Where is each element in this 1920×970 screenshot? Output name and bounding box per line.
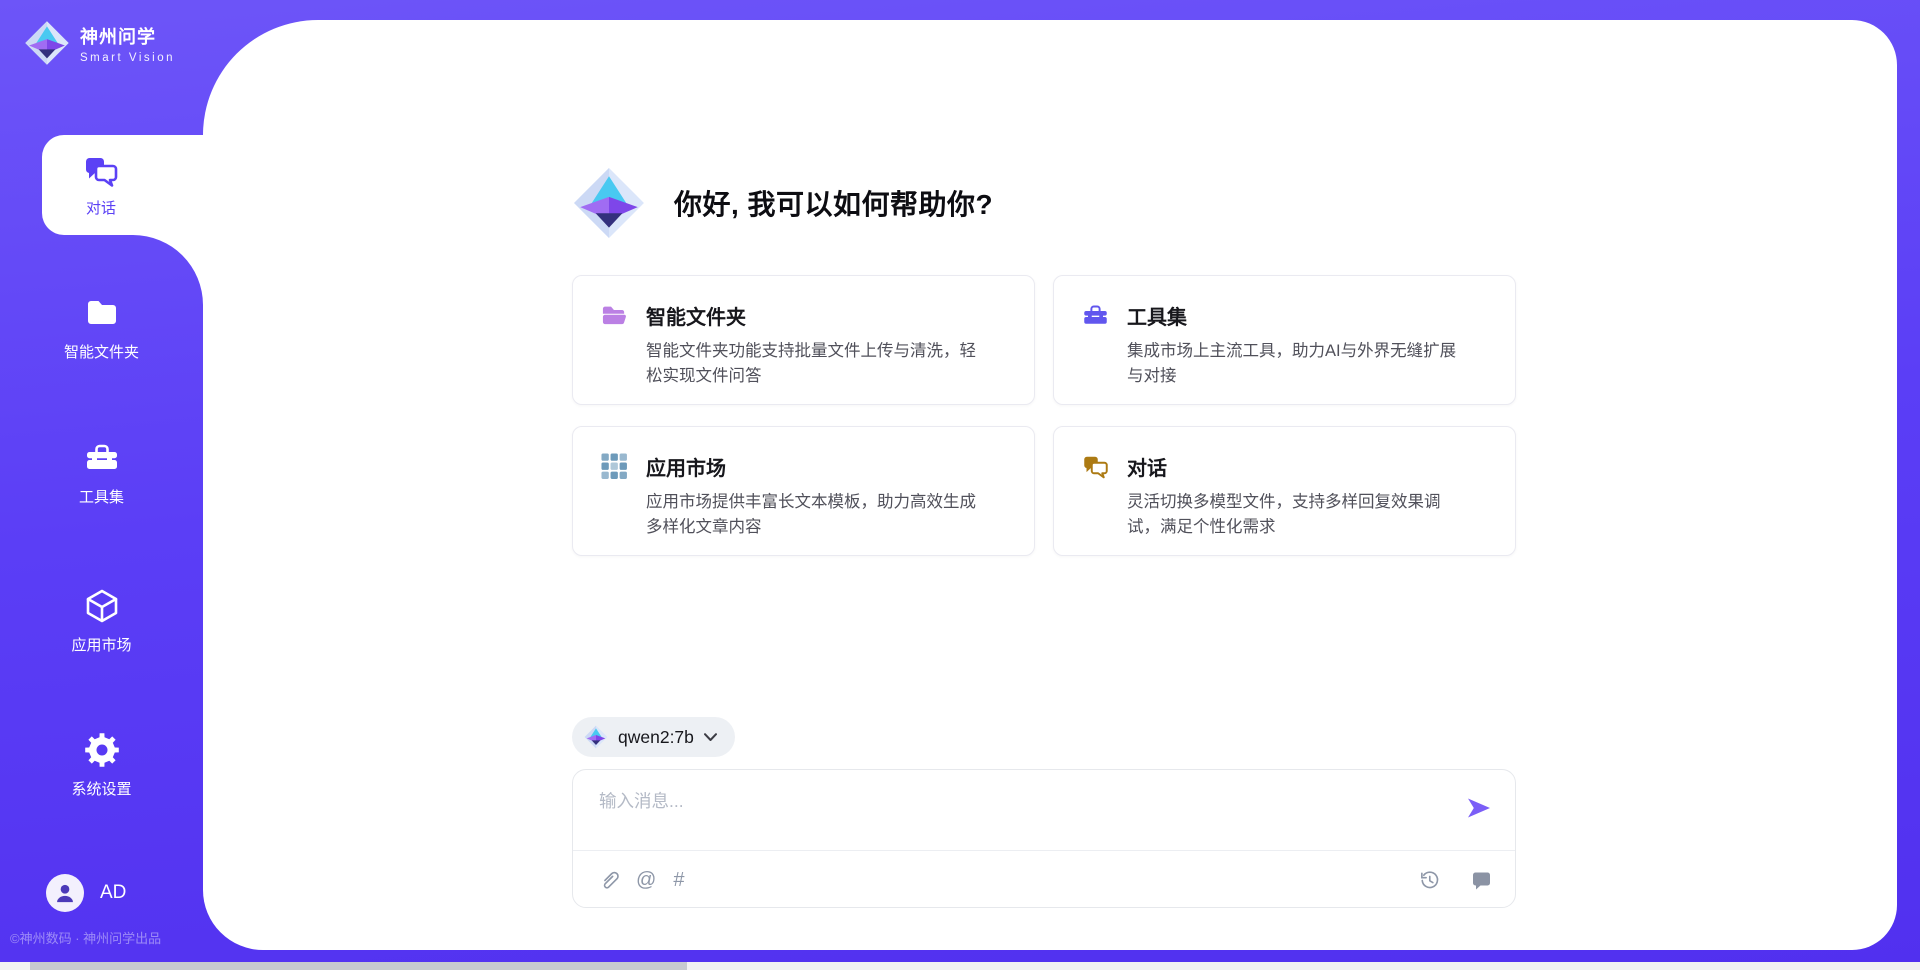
sidebar: 神州问学 Smart Vision 对话 智能文件夹 工具集 应用市场 [0, 0, 203, 962]
toolbox-icon [1082, 302, 1109, 329]
card-toolbox[interactable]: 工具集 集成市场上主流工具，助力AI与外界无缝扩展与对接 [1053, 275, 1516, 405]
sidebar-item-label: 智能文件夹 [64, 341, 139, 362]
user-account[interactable]: AD [46, 874, 126, 912]
attach-icon[interactable] [599, 869, 619, 891]
feature-cards: 智能文件夹 智能文件夹功能支持批量文件上传与清洗，轻松实现文件问答 工具集 集成… [572, 275, 1516, 556]
card-chat[interactable]: 对话 灵活切换多模型文件，支持多样回复效果调试，满足个性化需求 [1053, 426, 1516, 556]
card-title: 对话 [1127, 452, 1167, 481]
copyright: ©神州数码 · 神州问学出品 [10, 928, 200, 947]
card-desc: 灵活切换多模型文件，支持多样回复效果调试，满足个性化需求 [1127, 490, 1487, 540]
chat-icon [83, 153, 119, 189]
message-composer: @ # [572, 769, 1516, 908]
main-panel: 你好, 我可以如何帮助你? 智能文件夹 智能文件夹功能支持批量文件上传与清洗，轻… [203, 20, 1897, 950]
folder-open-icon [601, 302, 628, 329]
model-name: qwen2:7b [618, 727, 694, 748]
composer-toolbar: @ # [573, 851, 1515, 909]
assistant-logo-icon [572, 166, 646, 240]
card-desc: 应用市场提供丰富长文本模板，助力高效生成多样化文章内容 [646, 490, 1006, 540]
folder-icon [84, 295, 120, 331]
feedback-bubble-icon[interactable] [1472, 871, 1491, 890]
cube-icon [84, 588, 120, 624]
toolbox-icon [84, 440, 120, 476]
user-initials: AD [100, 882, 126, 904]
card-title: 智能文件夹 [646, 301, 746, 330]
sidebar-item-label: 工具集 [79, 486, 124, 507]
horizontal-scrollbar[interactable] [0, 962, 1920, 970]
model-logo-icon [584, 725, 608, 749]
greeting: 你好, 我可以如何帮助你? [572, 166, 993, 240]
avatar [46, 874, 84, 912]
sidebar-item-label: 对话 [86, 197, 116, 218]
sidebar-item-app-market[interactable]: 应用市场 [0, 588, 203, 655]
grid-icon [601, 453, 628, 480]
sidebar-item-settings[interactable]: 系统设置 [0, 732, 203, 799]
card-title: 应用市场 [646, 452, 726, 481]
send-icon[interactable] [1467, 797, 1491, 819]
greeting-text: 你好, 我可以如何帮助你? [674, 183, 993, 223]
card-smart-folder[interactable]: 智能文件夹 智能文件夹功能支持批量文件上传与清洗，轻松实现文件问答 [572, 275, 1035, 405]
sidebar-item-label: 应用市场 [71, 634, 131, 655]
card-desc: 集成市场上主流工具，助力AI与外界无缝扩展与对接 [1127, 339, 1487, 389]
sidebar-item-chat[interactable]: 对话 [42, 135, 160, 235]
card-title: 工具集 [1127, 301, 1187, 330]
person-icon [50, 878, 80, 908]
card-desc: 智能文件夹功能支持批量文件上传与清洗，轻松实现文件问答 [646, 339, 1006, 389]
topic-icon[interactable]: # [673, 870, 684, 890]
history-icon[interactable] [1419, 870, 1440, 891]
model-selector[interactable]: qwen2:7b [572, 717, 735, 757]
scrollbar-thumb[interactable] [30, 962, 687, 970]
sidebar-item-smart-folder[interactable]: 智能文件夹 [0, 295, 203, 362]
gear-icon [84, 732, 120, 768]
card-app-market[interactable]: 应用市场 应用市场提供丰富长文本模板，助力高效生成多样化文章内容 [572, 426, 1035, 556]
mention-icon[interactable]: @ [636, 870, 656, 890]
sidebar-item-label: 系统设置 [71, 778, 131, 799]
chevron-down-icon [704, 733, 717, 742]
message-input[interactable] [599, 788, 1449, 844]
chat-icon [1082, 453, 1109, 480]
sidebar-item-toolbox[interactable]: 工具集 [0, 440, 203, 507]
